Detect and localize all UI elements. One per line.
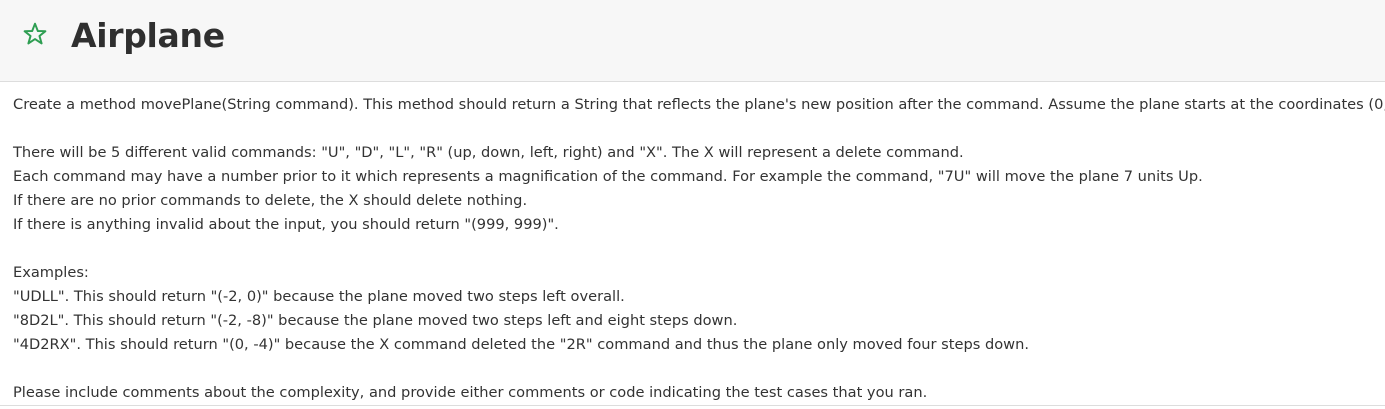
rule-text: If there are no prior commands to delete… — [13, 192, 528, 209]
rule-text: Each command may have a number prior to … — [13, 168, 1203, 185]
intro-text: Create a method movePlane(String command… — [13, 96, 1385, 113]
divider — [0, 405, 1385, 406]
closing-text: Please include comments about the comple… — [13, 384, 928, 401]
example-text: "UDLL". This should return "(-2, 0)" bec… — [13, 288, 625, 305]
examples-heading: Examples: — [13, 264, 89, 281]
example-text: "4D2RX". This should return "(0, -4)" be… — [13, 336, 1029, 353]
star-outline-icon[interactable] — [22, 21, 48, 47]
example-text: "8D2L". This should return "(-2, -8)" be… — [13, 312, 738, 329]
page-title: Airplane — [71, 16, 225, 55]
problem-description: Create a method movePlane(String command… — [13, 93, 1385, 405]
rule-text: There will be 5 different valid commands… — [13, 144, 964, 161]
problem-header: Airplane — [0, 0, 1385, 82]
rule-text: If there is anything invalid about the i… — [13, 216, 559, 233]
